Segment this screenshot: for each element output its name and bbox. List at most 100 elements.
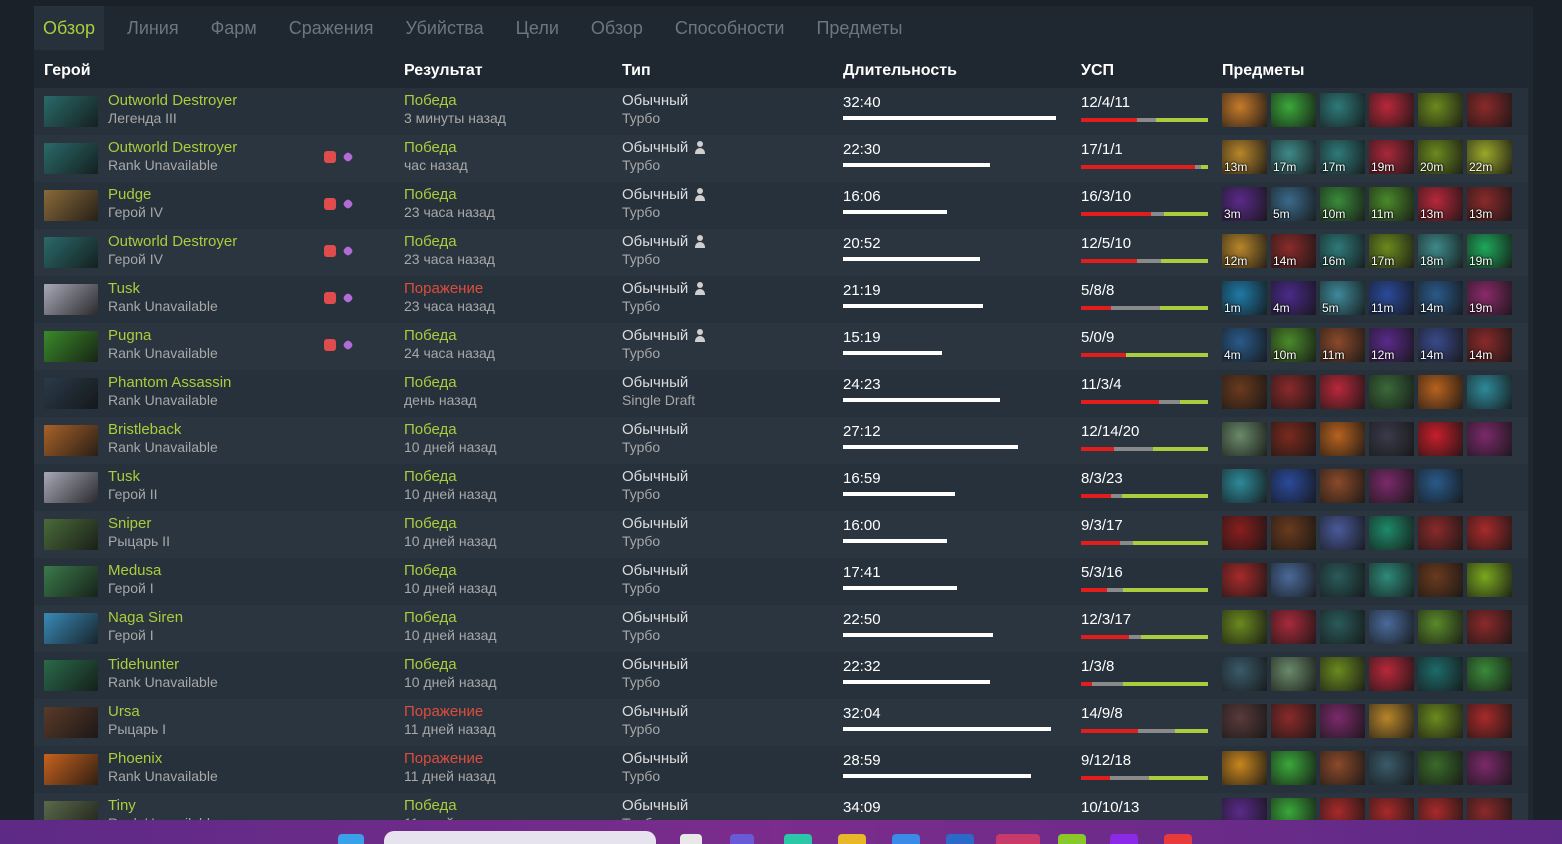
item-icon[interactable] — [1418, 751, 1463, 785]
item-icon[interactable] — [1418, 704, 1463, 738]
table-row[interactable]: Outworld Destroyer Rank Unavailable Победа… — [34, 135, 1528, 182]
hero-name[interactable]: Outworld Destroyer — [108, 139, 237, 156]
table-row[interactable]: Pudge Герой IV Победа 23 часа назад Обычный Т… — [34, 182, 1528, 229]
tab-1[interactable]: Линия — [118, 6, 188, 50]
item-icon[interactable]: 14m — [1271, 234, 1316, 268]
edge-icon[interactable] — [784, 834, 812, 844]
item-icon[interactable] — [1271, 610, 1316, 644]
item-icon[interactable] — [1320, 657, 1365, 691]
tab-2[interactable]: Фарм — [202, 6, 266, 50]
item-icon[interactable] — [1320, 751, 1365, 785]
item-icon[interactable]: 4m — [1222, 328, 1267, 362]
hero-portrait[interactable] — [44, 237, 98, 268]
item-icon[interactable]: 11m — [1369, 281, 1414, 315]
item-icon[interactable] — [1418, 563, 1463, 597]
match-result[interactable]: Победа — [404, 609, 457, 626]
app4-icon[interactable] — [1110, 834, 1138, 844]
taskbar-search[interactable] — [384, 831, 656, 844]
item-icon[interactable] — [1222, 516, 1267, 550]
item-icon[interactable] — [1320, 516, 1365, 550]
item-icon[interactable]: 10m — [1271, 328, 1316, 362]
item-icon[interactable] — [1222, 375, 1267, 409]
store-icon[interactable] — [892, 834, 920, 844]
hero-portrait[interactable] — [44, 754, 98, 785]
item-icon[interactable] — [1418, 469, 1463, 503]
item-icon[interactable]: 13m — [1467, 187, 1512, 221]
table-row[interactable]: Medusa Герой I Победа 10 дней назад Обычный Т… — [34, 558, 1528, 605]
item-icon[interactable] — [1418, 93, 1463, 127]
table-row[interactable]: Phoenix Rank Unavailable Поражение 11 дней … — [34, 746, 1528, 793]
item-icon[interactable]: 10m — [1320, 187, 1365, 221]
tab-5[interactable]: Цели — [507, 6, 568, 50]
table-row[interactable]: Tusk Rank Unavailable Поражение 23 часа наз… — [34, 276, 1528, 323]
match-result[interactable]: Победа — [404, 92, 457, 109]
item-icon[interactable] — [1271, 657, 1316, 691]
match-result[interactable]: Победа — [404, 468, 457, 485]
item-icon[interactable]: 14m — [1418, 328, 1463, 362]
item-icon[interactable]: 3m — [1222, 187, 1267, 221]
match-result[interactable]: Победа — [404, 374, 457, 391]
hero-name[interactable]: Tusk — [108, 280, 140, 297]
match-result[interactable]: Победа — [404, 797, 457, 814]
item-icon[interactable]: 22m — [1467, 140, 1512, 174]
item-icon[interactable] — [1222, 469, 1267, 503]
item-icon[interactable] — [1320, 610, 1365, 644]
item-icon[interactable] — [1222, 93, 1267, 127]
item-icon[interactable]: 13m — [1222, 140, 1267, 174]
hero-name[interactable]: Outworld Destroyer — [108, 92, 237, 109]
hero-portrait[interactable] — [44, 331, 98, 362]
item-icon[interactable] — [1369, 422, 1414, 456]
hero-name[interactable]: Phantom Assassin — [108, 374, 231, 391]
tab-7[interactable]: Способности — [666, 6, 794, 50]
item-icon[interactable]: 17m — [1271, 140, 1316, 174]
item-icon[interactable] — [1222, 704, 1267, 738]
item-icon[interactable] — [1467, 375, 1512, 409]
item-icon[interactable]: 5m — [1320, 281, 1365, 315]
item-icon[interactable] — [1271, 375, 1316, 409]
match-result[interactable]: Победа — [404, 421, 457, 438]
item-icon[interactable] — [1320, 563, 1365, 597]
item-icon[interactable] — [1222, 610, 1267, 644]
match-result[interactable]: Победа — [404, 515, 457, 532]
match-result[interactable]: Победа — [404, 139, 457, 156]
folder-icon[interactable] — [838, 834, 866, 844]
item-icon[interactable] — [1271, 422, 1316, 456]
item-icon[interactable] — [1271, 563, 1316, 597]
hero-portrait[interactable] — [44, 707, 98, 738]
item-icon[interactable] — [1271, 704, 1316, 738]
item-icon[interactable] — [1369, 657, 1414, 691]
hero-name[interactable]: Outworld Destroyer — [108, 233, 237, 250]
match-result[interactable]: Поражение — [404, 280, 483, 297]
app5-icon[interactable] — [1164, 834, 1192, 844]
item-icon[interactable] — [1369, 751, 1414, 785]
item-icon[interactable] — [1222, 657, 1267, 691]
hero-name[interactable]: Pudge — [108, 186, 151, 203]
match-result[interactable]: Победа — [404, 233, 457, 250]
tab-4[interactable]: Убийства — [397, 6, 493, 50]
item-icon[interactable] — [1418, 375, 1463, 409]
item-icon[interactable]: 19m — [1467, 281, 1512, 315]
hero-portrait[interactable] — [44, 378, 98, 409]
item-icon[interactable]: 11m — [1320, 328, 1365, 362]
hero-portrait[interactable] — [44, 613, 98, 644]
item-icon[interactable] — [1418, 422, 1463, 456]
item-icon[interactable] — [1222, 422, 1267, 456]
table-row[interactable]: Naga Siren Герой I Победа 10 дней назад Обыч… — [34, 605, 1528, 652]
opera-icon[interactable] — [996, 834, 1040, 844]
table-row[interactable]: Tusk Герой II Победа 10 дней назад Обычный Ту… — [34, 464, 1528, 511]
item-icon[interactable] — [1222, 563, 1267, 597]
item-icon[interactable]: 11m — [1369, 187, 1414, 221]
hero-name[interactable]: Pugna — [108, 327, 151, 344]
column-type[interactable]: Тип — [622, 62, 651, 80]
item-icon[interactable] — [1320, 469, 1365, 503]
item-icon[interactable] — [1467, 563, 1512, 597]
hero-name[interactable]: Sniper — [108, 515, 151, 532]
match-result[interactable]: Поражение — [404, 703, 483, 720]
item-icon[interactable] — [1271, 469, 1316, 503]
hero-name[interactable]: Tidehunter — [108, 656, 179, 673]
item-icon[interactable]: 5m — [1271, 187, 1316, 221]
item-icon[interactable] — [1467, 93, 1512, 127]
table-row[interactable]: Outworld Destroyer Легенда III Победа 3 мин… — [34, 88, 1528, 135]
hero-portrait[interactable] — [44, 190, 98, 221]
column-duration[interactable]: Длительность — [843, 62, 957, 80]
